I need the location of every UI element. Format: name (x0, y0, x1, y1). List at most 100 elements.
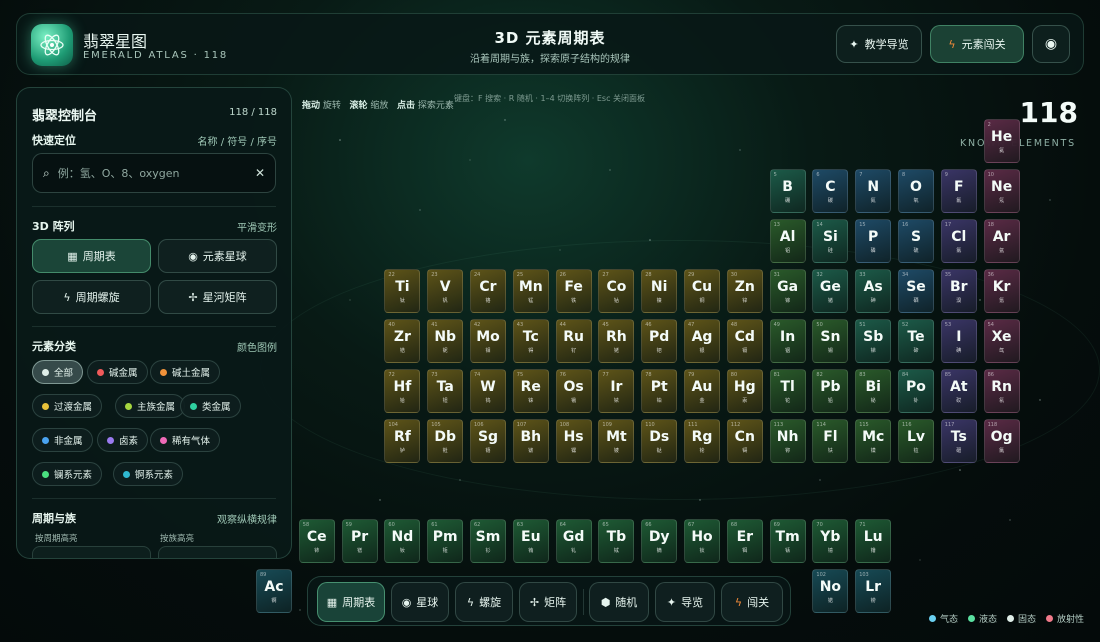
dock-random-button[interactable]: ⬢ 随机 (589, 582, 649, 622)
element-tile-br[interactable]: 35 Br 溴 (940, 269, 977, 313)
element-tile-cl[interactable]: 17 Cl 氯 (940, 219, 977, 263)
element-tile-fe[interactable]: 26 Fe 铁 (555, 269, 592, 313)
element-tile-sb[interactable]: 51 Sb 锑 (855, 319, 892, 363)
category-chip[interactable]: 锕系元素 (113, 462, 184, 486)
element-tile-ge[interactable]: 32 Ge 锗 (812, 269, 849, 313)
layout-helix-button[interactable]: ϟ 周期螺旋 (32, 280, 151, 314)
element-tile-tl[interactable]: 81 Tl 铊 (769, 369, 806, 413)
layout-sphere-button[interactable]: ◉ 元素星球 (158, 239, 277, 273)
element-tile-c[interactable]: 6C碳 (812, 169, 849, 213)
element-tile-cd[interactable]: 48 Cd 镉 (726, 319, 763, 363)
element-tile-ac[interactable]: 89 Ac 锕 (256, 569, 292, 613)
element-tile-ar[interactable]: 18 Ar 氩 (983, 219, 1020, 263)
dock-quest-button[interactable]: ϟ 闯关 (721, 582, 783, 622)
element-tile-pr[interactable]: 59 Pr 镨 (341, 519, 378, 563)
element-tile-tm[interactable]: 69 Tm 铥 (769, 519, 806, 563)
element-tile-ga[interactable]: 31 Ga 镓 (769, 269, 806, 313)
dock-guide-button[interactable]: ✦ 导览 (655, 582, 715, 622)
element-tile-mt[interactable]: 109 Mt 鿏 (598, 419, 635, 463)
element-tile-rh[interactable]: 45 Rh 铑 (598, 319, 635, 363)
element-tile-sg[interactable]: 106 Sg 𬭳 (470, 419, 506, 463)
element-tile-rn[interactable]: 86 Rn 氡 (983, 369, 1020, 413)
element-tile-ds[interactable]: 110 Ds 𫟼 (641, 419, 678, 463)
element-tile-ru[interactable]: 44 Ru 钌 (555, 319, 592, 363)
layout-table-button[interactable]: ▦ 周期表 (32, 239, 151, 273)
category-chip[interactable]: 稀有气体 (150, 428, 221, 452)
clear-icon[interactable]: ✕ (255, 166, 265, 180)
element-tile-nb[interactable]: 41 Nb 铌 (427, 319, 464, 363)
layout-matrix-button[interactable]: ✢ 星河矩阵 (158, 280, 277, 314)
element-tile-v[interactable]: 23 V 钒 (427, 269, 464, 313)
element-tile-ni[interactable]: 28 Ni 镍 (641, 269, 678, 313)
element-tile-in[interactable]: 49 In 铟 (769, 319, 806, 363)
category-chip[interactable]: 主族金属 (115, 394, 186, 418)
element-tile-rf[interactable]: 104 Rf 𬬻 (384, 419, 421, 463)
quest-button[interactable]: ϟ 元素闯关 (930, 25, 1024, 63)
category-chip[interactable]: 类金属 (180, 394, 241, 418)
element-tile-b[interactable]: 5B硼 (769, 169, 806, 213)
category-chip[interactable]: 碱金属 (87, 360, 148, 384)
element-tile-si[interactable]: 14 Si 硅 (812, 219, 849, 263)
element-tile-au[interactable]: 79 Au 金 (684, 369, 720, 413)
element-tile-rg[interactable]: 111 Rg 𬬭 (684, 419, 720, 463)
element-tile-sm[interactable]: 62 Sm 钐 (470, 519, 506, 563)
category-chip[interactable]: 镧系元素 (32, 462, 103, 486)
element-tile-cr[interactable]: 24 Cr 铬 (470, 269, 506, 313)
element-tile-db[interactable]: 105 Db 𬭊 (427, 419, 464, 463)
element-tile-tc[interactable]: 43 Tc 锝 (512, 319, 549, 363)
element-tile-as[interactable]: 33 As 砷 (855, 269, 892, 313)
dock-helix-button[interactable]: ϟ 螺旋 (455, 582, 513, 622)
group-select[interactable] (158, 546, 277, 558)
element-tile-f[interactable]: 9F氟 (940, 169, 977, 213)
element-tile-no[interactable]: 102 No 锘 (812, 569, 849, 613)
element-tile-s[interactable]: 16 S 硫 (898, 219, 934, 263)
element-tile-p[interactable]: 15 P 磷 (855, 219, 892, 263)
element-tile-ne[interactable]: 10 Ne 氖 (983, 169, 1020, 213)
element-tile-yb[interactable]: 70 Yb 镱 (812, 519, 849, 563)
search-input[interactable] (57, 166, 247, 180)
element-tile-zr[interactable]: 40 Zr 锆 (384, 319, 421, 363)
element-tile-co[interactable]: 27 Co 钴 (598, 269, 635, 313)
element-tile-er[interactable]: 68 Er 铒 (726, 519, 763, 563)
element-tile-lv[interactable]: 116 Lv 𫟷 (898, 419, 934, 463)
element-tile-ti[interactable]: 22 Ti 钛 (384, 269, 421, 313)
element-tile-cn[interactable]: 112 Cn 鿔 (726, 419, 763, 463)
guide-button[interactable]: ✦ 教学导览 (836, 25, 922, 63)
element-tile-dy[interactable]: 66 Dy 镝 (641, 519, 678, 563)
element-tile-og[interactable]: 118 Og 鿫 (983, 419, 1020, 463)
element-tile-kr[interactable]: 36 Kr 氪 (983, 269, 1020, 313)
element-tile-nd[interactable]: 60 Nd 钕 (384, 519, 421, 563)
element-tile-mo[interactable]: 42 Mo 钼 (470, 319, 506, 363)
element-tile-n[interactable]: 7N氮 (855, 169, 892, 213)
element-tile-mn[interactable]: 25 Mn 锰 (512, 269, 549, 313)
element-tile-xe[interactable]: 54 Xe 氙 (983, 319, 1020, 363)
element-tile-ce[interactable]: 58 Ce 铈 (298, 519, 335, 563)
element-tile-nh[interactable]: 113 Nh 鿭 (769, 419, 806, 463)
element-tile-tb[interactable]: 65 Tb 铽 (598, 519, 635, 563)
element-tile-bh[interactable]: 107 Bh 𬭛 (512, 419, 549, 463)
element-tile-pb[interactable]: 82 Pb 铅 (812, 369, 849, 413)
element-tile-cu[interactable]: 29 Cu 铜 (684, 269, 720, 313)
element-tile-i[interactable]: 53 I 碘 (940, 319, 977, 363)
element-tile-ho[interactable]: 67 Ho 钬 (684, 519, 720, 563)
element-tile-ts[interactable]: 117 Ts 鿬 (940, 419, 977, 463)
element-tile-lr[interactable]: 103 Lr 铹 (855, 569, 892, 613)
dock-sphere-button[interactable]: ◉ 星球 (391, 582, 449, 622)
element-tile-os[interactable]: 76 Os 锇 (555, 369, 592, 413)
element-tile-ir[interactable]: 77 Ir 铱 (598, 369, 635, 413)
element-tile-po[interactable]: 84 Po 钋 (898, 369, 934, 413)
element-tile-hg[interactable]: 80 Hg 汞 (726, 369, 763, 413)
element-tile-pd[interactable]: 46 Pd 钯 (641, 319, 678, 363)
element-tile-hf[interactable]: 72 Hf 铪 (384, 369, 421, 413)
element-tile-lu[interactable]: 71 Lu 镥 (855, 519, 892, 563)
element-tile-al[interactable]: 13 Al 铝 (769, 219, 806, 263)
element-tile-te[interactable]: 52 Te 碲 (898, 319, 934, 363)
category-chip[interactable]: 全部 (32, 360, 84, 384)
element-tile-pt[interactable]: 78 Pt 铂 (641, 369, 678, 413)
element-tile-he[interactable]: 2 He 氦 (983, 119, 1020, 163)
element-tile-ag[interactable]: 47 Ag 银 (684, 319, 720, 363)
dock-table-button[interactable]: ▦ 周期表 (317, 582, 385, 622)
element-tile-hs[interactable]: 108 Hs 𬭶 (555, 419, 592, 463)
category-chip[interactable]: 碱土金属 (150, 360, 221, 384)
element-tile-pm[interactable]: 61 Pm 钷 (427, 519, 464, 563)
